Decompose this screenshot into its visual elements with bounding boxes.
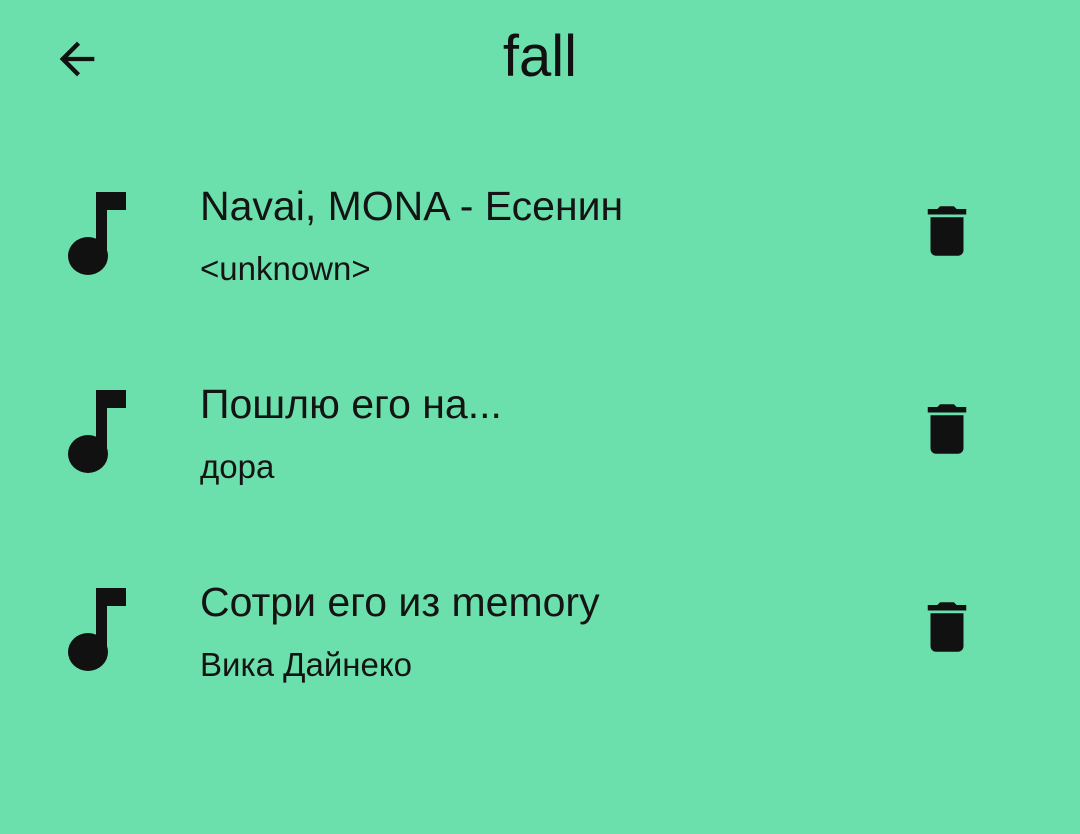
- delete-button[interactable]: [914, 198, 980, 264]
- playlist-screen: fall Navai, MONA - Есенин <unknown> Пошл…: [0, 0, 1080, 834]
- delete-button[interactable]: [914, 396, 980, 462]
- song-artist: дора: [200, 448, 275, 485]
- song-artist: Вика Дайнеко: [200, 646, 413, 683]
- delete-icon: [927, 602, 967, 652]
- list-item[interactable]: Navai, MONA - Есенин <unknown>: [0, 140, 1080, 338]
- music-note-icon: [68, 390, 126, 473]
- delete-icon: [927, 404, 967, 454]
- list-item[interactable]: Пошлю его на... дора: [0, 338, 1080, 536]
- top-app-bar: fall: [0, 0, 1080, 120]
- music-note-icon: [68, 192, 126, 275]
- song-title: Пошлю его на...: [200, 381, 502, 427]
- music-note-icon: [68, 588, 126, 671]
- delete-icon: [927, 206, 967, 256]
- song-artist: <unknown>: [200, 250, 371, 287]
- song-title: Navai, MONA - Есенин: [200, 183, 624, 229]
- list-item[interactable]: Сотри его из memory Вика Дайнеко: [0, 536, 1080, 734]
- delete-button[interactable]: [914, 594, 980, 660]
- song-title: Сотри его из memory: [200, 579, 600, 625]
- page-title: fall: [502, 24, 578, 89]
